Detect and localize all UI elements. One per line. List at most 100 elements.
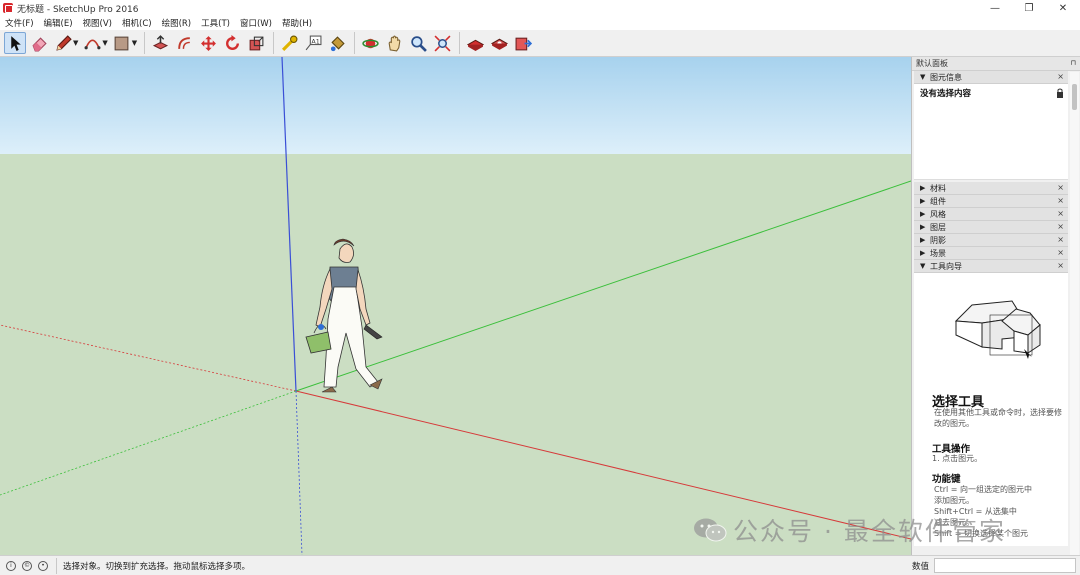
title-bar: 无标题 - SketchUp Pro 2016 — ❐ ✕ <box>0 0 1080 16</box>
drawing-viewport[interactable] <box>0 57 911 555</box>
paint-bucket-tool-button[interactable] <box>326 32 348 54</box>
svg-text:A1: A1 <box>311 37 319 45</box>
tray-instructor-header[interactable]: ▼ 工具向导 × <box>914 260 1068 273</box>
warehouse-icon <box>466 39 484 51</box>
warehouse-tool-button[interactable] <box>464 32 486 54</box>
rotate-tool-button[interactable] <box>221 32 243 54</box>
collapsed-arrow-icon: ▶ <box>920 249 926 257</box>
close-icon[interactable]: × <box>1057 209 1064 218</box>
axes-overlay <box>0 57 911 555</box>
rectangle-icon <box>114 36 129 50</box>
tape-measure-icon <box>281 35 298 51</box>
close-icon[interactable]: × <box>1057 248 1064 257</box>
eraser-tool-button[interactable] <box>28 32 50 54</box>
arrow-cursor-icon <box>10 35 21 51</box>
measurements-input[interactable] <box>934 558 1076 573</box>
measurements-label: 数值 <box>912 562 930 572</box>
close-icon[interactable]: × <box>1057 72 1064 81</box>
move-tool-button[interactable] <box>197 32 219 54</box>
pan-tool-button[interactable] <box>383 32 405 54</box>
credit-icon[interactable]: © <box>22 560 32 571</box>
tray-shadows-header[interactable]: ▶ 阴影 × <box>914 234 1068 247</box>
text-label-icon: A1 <box>305 35 322 50</box>
default-tray-panel: 默认面板 ⊓ ▼ 图元信息 × 没有选择内容 ▶ 材料 × ▶ 组件 × ▶ 风… <box>911 57 1080 555</box>
menu-window[interactable]: 窗口(W) <box>235 17 277 29</box>
zoom-tool-button[interactable] <box>407 32 429 54</box>
minimize-button[interactable]: — <box>978 0 1012 16</box>
panel-scrollbar[interactable] <box>1070 72 1079 555</box>
panel-scrollbar-thumb[interactable] <box>1072 84 1077 110</box>
offset-icon <box>177 36 190 49</box>
select-tool-button[interactable] <box>4 32 26 54</box>
menu-bar: 文件(F) 编辑(E) 视图(V) 相机(C) 绘图(R) 工具(T) 窗口(W… <box>0 16 1080 30</box>
sketchup-logo-icon <box>3 3 13 13</box>
watermark-text: 公众号 · 最全软件管家 <box>733 517 1006 546</box>
red-axis-dashed <box>0 324 297 392</box>
toolbar-separator <box>354 32 356 54</box>
user-icon[interactable]: • <box>38 560 48 571</box>
tray-entity-info-label: 图元信息 <box>930 72 962 82</box>
move-icon <box>200 35 216 51</box>
close-icon[interactable]: × <box>1057 261 1064 270</box>
menu-tools[interactable]: 工具(T) <box>196 17 235 29</box>
menu-file[interactable]: 文件(F) <box>0 17 39 29</box>
tray-scenes-header[interactable]: ▶ 场景 × <box>914 247 1068 260</box>
eraser-icon <box>32 36 47 51</box>
main-toolbar: ▼ ▼ ▼ A1 <box>0 30 1080 57</box>
tray-components-label: 组件 <box>930 196 946 206</box>
extension-warehouse-icon <box>490 38 508 50</box>
instructor-description: 在使用其他工具或命令时，选择要修改的图元。 <box>934 408 1062 428</box>
watermark: 公众号 · 最全软件管家 <box>693 512 1006 548</box>
collapsed-arrow-icon: ▶ <box>920 223 926 231</box>
shape-dropdown-icon[interactable]: ▼ <box>132 39 137 47</box>
geo-location-icon[interactable]: i <box>6 560 16 571</box>
extension-warehouse-tool-button[interactable] <box>488 32 510 54</box>
lock-icon[interactable] <box>1056 88 1064 98</box>
scale-icon <box>249 36 264 50</box>
zoom-extents-tool-button[interactable] <box>431 32 453 54</box>
menu-edit[interactable]: 编辑(E) <box>39 17 78 29</box>
blue-axis-solid <box>281 57 297 392</box>
entity-info-text: 没有选择内容 <box>920 89 972 99</box>
send-to-layout-tool-button[interactable] <box>512 32 534 54</box>
close-button[interactable]: ✕ <box>1046 0 1080 16</box>
tray-styles-header[interactable]: ▶ 风格 × <box>914 208 1068 221</box>
pin-icon[interactable]: ⊓ <box>1071 59 1076 67</box>
pencil-tool-button[interactable] <box>52 32 74 54</box>
menu-view[interactable]: 视图(V) <box>78 17 117 29</box>
close-icon[interactable]: × <box>1057 183 1064 192</box>
tray-instructor-label: 工具向导 <box>930 261 962 271</box>
arc-tool-button[interactable] <box>81 32 103 54</box>
collapsed-arrow-icon: ▶ <box>920 197 926 205</box>
scale-tool-button[interactable] <box>245 32 267 54</box>
layout-icon <box>515 37 532 50</box>
panel-title-bar: 默认面板 ⊓ <box>912 57 1080 71</box>
tape-measure-tool-button[interactable] <box>278 32 300 54</box>
instructor-body: 选择工具 在使用其他工具或命令时，选择要修改的图元。 工具操作 1. 点击图元。… <box>914 273 1068 546</box>
offset-tool-button[interactable] <box>173 32 195 54</box>
text-tool-button[interactable]: A1 <box>302 32 324 54</box>
instructor-modifier-line: 添加图元。 <box>934 496 974 505</box>
close-icon[interactable]: × <box>1057 222 1064 231</box>
maximize-button[interactable]: ❐ <box>1012 0 1046 16</box>
scale-figure-person[interactable] <box>305 238 383 393</box>
wechat-logo-icon <box>694 518 727 542</box>
arc-dropdown-icon[interactable]: ▼ <box>102 39 107 47</box>
tray-layers-header[interactable]: ▶ 图层 × <box>914 221 1068 234</box>
toolbar-separator <box>144 32 146 54</box>
tray-components-header[interactable]: ▶ 组件 × <box>914 195 1068 208</box>
orbit-tool-button[interactable] <box>359 32 381 54</box>
tray-entity-info-header[interactable]: ▼ 图元信息 × <box>914 71 1068 84</box>
menu-help[interactable]: 帮助(H) <box>277 17 317 29</box>
shape-tool-button[interactable] <box>111 32 133 54</box>
tray-scenes-label: 场景 <box>930 248 946 258</box>
pencil-dropdown-icon[interactable]: ▼ <box>73 39 78 47</box>
collapsed-arrow-icon: ▶ <box>920 210 926 218</box>
menu-camera[interactable]: 相机(C) <box>117 17 157 29</box>
push-pull-tool-button[interactable] <box>149 32 171 54</box>
menu-draw[interactable]: 绘图(R) <box>157 17 197 29</box>
close-icon[interactable]: × <box>1057 235 1064 244</box>
blue-axis-dashed <box>295 390 303 555</box>
tray-materials-header[interactable]: ▶ 材料 × <box>914 182 1068 195</box>
close-icon[interactable]: × <box>1057 196 1064 205</box>
